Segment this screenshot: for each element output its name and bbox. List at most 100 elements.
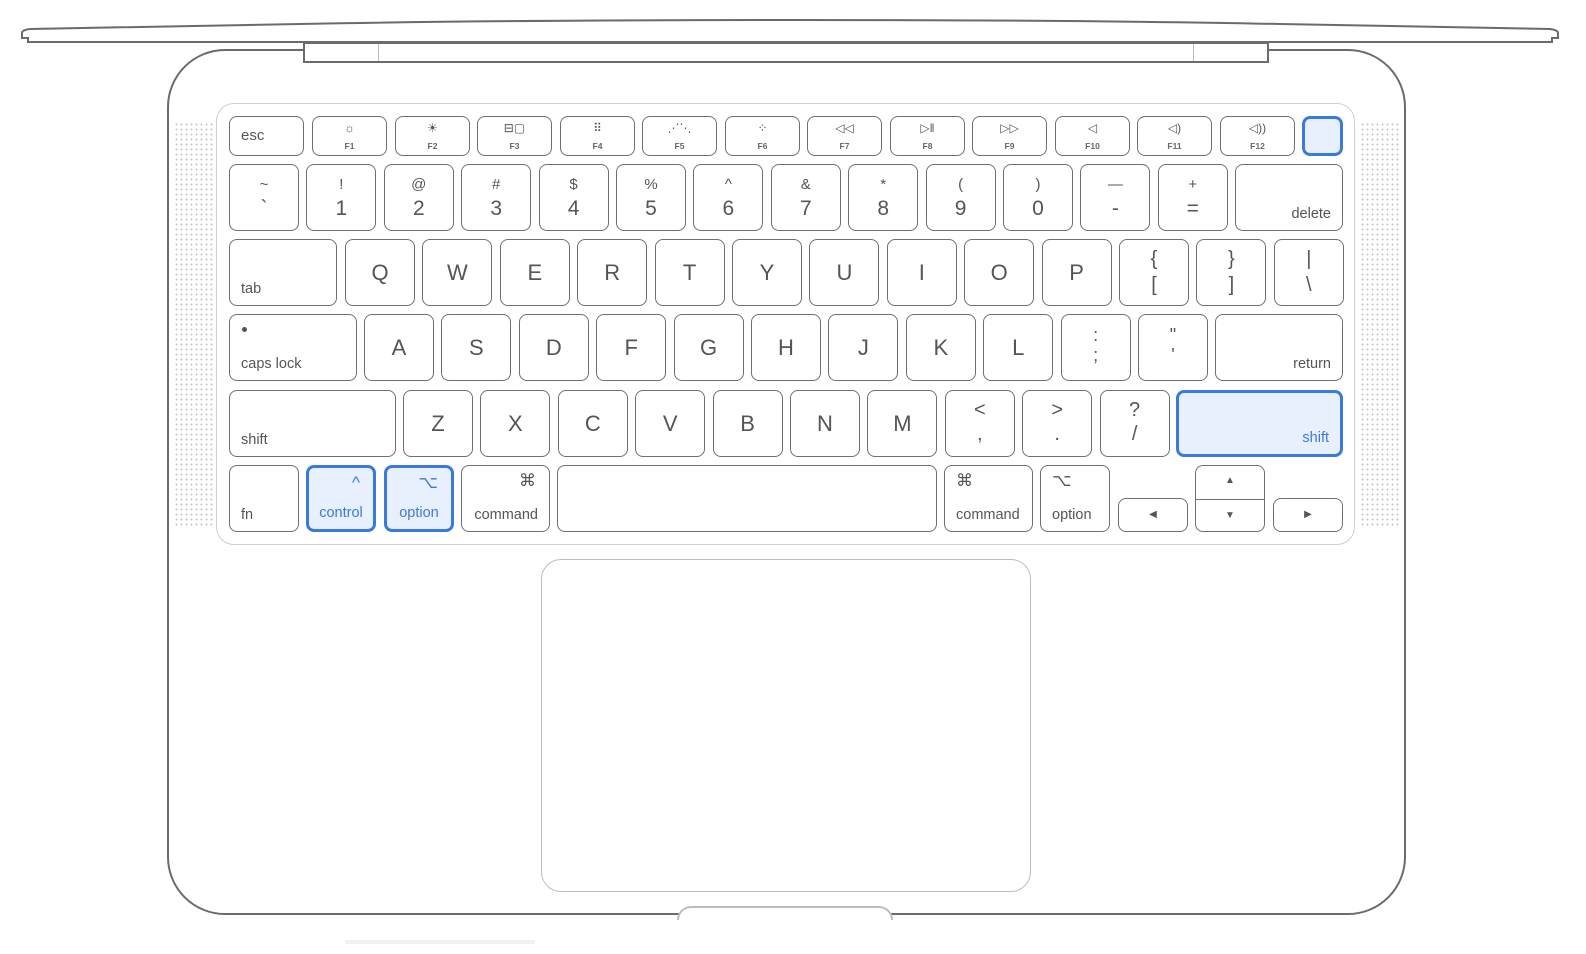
key-space[interactable] — [557, 465, 937, 532]
key-f12[interactable]: ◁)) F12 — [1220, 116, 1295, 156]
key-label: — — [1107, 176, 1123, 193]
key-esc[interactable]: esc — [229, 116, 304, 156]
key-letter[interactable]: O — [964, 239, 1035, 306]
key-label: delete — [1291, 206, 1331, 222]
key-letter[interactable]: S — [441, 314, 512, 381]
key-number-row[interactable]: #3 — [461, 164, 532, 231]
key-letter[interactable]: X — [480, 390, 551, 457]
key-letter[interactable]: L — [983, 314, 1054, 381]
key-letter[interactable]: R — [577, 239, 648, 306]
key-f7[interactable]: ◁◁ F7 — [807, 116, 882, 156]
key-letter[interactable]: Q — [345, 239, 415, 306]
key-letter[interactable]: D — [518, 314, 589, 381]
key-f11[interactable]: ◁) F11 — [1137, 116, 1212, 156]
key-caps-lock[interactable]: caps lock — [229, 314, 357, 381]
key-label: U — [836, 259, 853, 285]
key-command-right[interactable]: ⌘ command — [944, 465, 1033, 532]
key-return[interactable]: return — [1215, 314, 1343, 381]
key-label: L — [1012, 334, 1025, 360]
key-number-row[interactable]: & 7 — [770, 164, 841, 231]
key-label: | — [1306, 248, 1312, 270]
key-letter[interactable]: H — [751, 314, 821, 381]
key-letter[interactable]: I — [886, 239, 957, 306]
key-letter[interactable]: F — [596, 314, 667, 381]
key-letter[interactable]: V — [635, 390, 706, 457]
key-f1[interactable]: ☼ F1 — [312, 116, 387, 156]
key-tab[interactable]: tab — [229, 239, 337, 306]
key-option-left[interactable]: ⌥ option — [384, 465, 454, 532]
key-label: G — [700, 334, 718, 360]
key-delete[interactable]: delete — [1235, 164, 1343, 231]
key-number-row[interactable]: ) 0 — [1003, 164, 1073, 231]
arrow-up-icon[interactable]: ▲ — [1196, 475, 1264, 486]
key-control[interactable]: ^ control — [306, 465, 376, 532]
key-number-row[interactable]: — - — [1080, 164, 1151, 231]
key-label: O — [990, 259, 1008, 285]
key-letter[interactable]: Z — [403, 390, 473, 457]
key-label: + — [1188, 176, 1198, 193]
key-label: shift — [241, 432, 268, 448]
key-number-row[interactable]: (9 — [925, 164, 996, 231]
key-label: * — [880, 176, 887, 193]
key-letter[interactable]: W — [422, 239, 493, 306]
key-symbol[interactable]: ? / — [1099, 390, 1170, 457]
trackpad[interactable] — [541, 559, 1031, 892]
key-label: F2 — [427, 141, 438, 151]
key-f6[interactable]: ⁘ F6 — [725, 116, 800, 156]
key-letter[interactable]: K — [905, 314, 976, 381]
key-number-row[interactable]: ! 1 — [306, 164, 377, 231]
key-letter[interactable]: M — [867, 390, 938, 457]
arrow-down-icon[interactable]: ▼ — [1196, 510, 1264, 521]
key-arrow-left[interactable]: ◀ — [1118, 498, 1188, 532]
key-symbol[interactable]: >. — [1022, 390, 1093, 457]
key-label: \ — [1306, 274, 1312, 296]
key-f10[interactable]: ◁ F10 — [1055, 116, 1130, 156]
key-command-left[interactable]: ⌘ command — [461, 465, 550, 532]
key-f5[interactable]: ⋰⋱ F5 — [642, 116, 717, 156]
key-shift-left[interactable]: shift — [229, 390, 396, 457]
key-number-row[interactable]: % 5 — [616, 164, 686, 231]
keyboard-brightness-down-icon: ⋰⋱ — [667, 121, 692, 135]
key-f3[interactable]: ⊟▢ F3 — [477, 116, 552, 156]
key-f2[interactable]: ☀ F2 — [395, 116, 470, 156]
key-f8[interactable]: ▷ǁ F8 — [890, 116, 965, 156]
key-label: / — [1131, 423, 1138, 445]
key-number-row[interactable]: + = — [1157, 164, 1228, 231]
key-f9[interactable]: ▷▷ F9 — [972, 116, 1047, 156]
key-symbol[interactable]: }] — [1196, 239, 1267, 306]
key-label: option — [399, 505, 439, 521]
key-letter[interactable]: C — [557, 390, 628, 457]
key-arrow-up-down[interactable]: ▲ ▼ — [1195, 465, 1265, 532]
key-letter[interactable]: J — [828, 314, 899, 381]
key-label: return — [1293, 356, 1331, 372]
key-letter[interactable]: N — [790, 390, 860, 457]
key-number-row[interactable]: $4 — [538, 164, 609, 231]
key-label: S — [469, 334, 484, 360]
key-number-row[interactable]: * 8 — [848, 164, 919, 231]
key-f4[interactable]: ⠿ F4 — [560, 116, 635, 156]
key-fn[interactable]: fn — [229, 465, 299, 532]
key-number-row[interactable]: ~ ` — [229, 164, 299, 231]
key-power-touch-id[interactable] — [1302, 116, 1343, 156]
key-letter[interactable]: U — [809, 239, 880, 306]
key-shift-right[interactable]: shift — [1176, 390, 1343, 457]
key-symbol[interactable]: <, — [944, 390, 1015, 457]
key-symbol[interactable]: | \ — [1273, 239, 1344, 306]
key-letter[interactable]: Y — [732, 239, 802, 306]
key-symbol[interactable]: " ' — [1138, 314, 1208, 381]
key-arrow-right[interactable]: ▶ — [1273, 498, 1343, 532]
key-letter[interactable]: P — [1041, 239, 1112, 306]
key-letter[interactable]: T — [654, 239, 725, 306]
key-letter[interactable]: B — [712, 390, 783, 457]
key-letter[interactable]: E — [499, 239, 570, 306]
key-number-row[interactable]: @2 — [383, 164, 454, 231]
key-letter[interactable]: G — [673, 314, 744, 381]
key-option-right[interactable]: ⌥ option — [1040, 465, 1110, 532]
key-label: F12 — [1250, 141, 1265, 151]
key-symbol[interactable]: {[ — [1119, 239, 1189, 306]
key-label: 8 — [877, 197, 890, 220]
key-label: N — [817, 410, 833, 436]
key-number-row[interactable]: ^ 6 — [693, 164, 764, 231]
key-symbol[interactable]: :; — [1060, 314, 1131, 381]
key-letter[interactable]: A — [364, 314, 434, 381]
